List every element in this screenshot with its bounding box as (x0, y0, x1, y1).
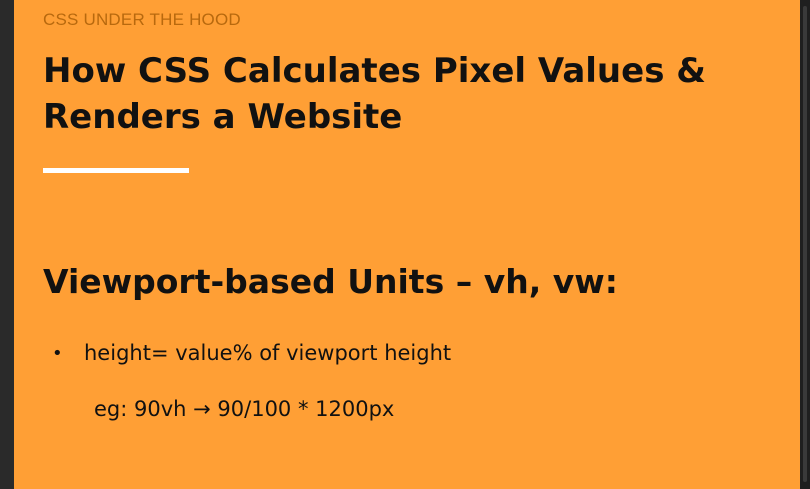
list-item: • height= value% of viewport height (52, 336, 451, 370)
slide: CSS UNDER THE HOOD How CSS Calculates Pi… (14, 0, 800, 489)
title-underline (43, 168, 189, 173)
slide-viewer: CSS UNDER THE HOOD How CSS Calculates Pi… (0, 0, 810, 489)
left-gutter (0, 0, 14, 489)
slide-title: How CSS Calculates Pixel Values & Render… (43, 51, 706, 137)
scrollbar-thumb[interactable] (803, 6, 807, 482)
slide-eyebrow: CSS UNDER THE HOOD (43, 10, 241, 29)
bullet-dot-icon: • (52, 342, 63, 364)
section-heading: Viewport-based Units – vh, vw: (43, 262, 618, 301)
example-text: eg: 90vh → 90/100 * 1200px (94, 397, 395, 421)
bullet-list: • height= value% of viewport height (52, 336, 451, 370)
vertical-scrollbar[interactable] (800, 0, 810, 489)
bullet-text: height= value% of viewport height (84, 341, 452, 365)
